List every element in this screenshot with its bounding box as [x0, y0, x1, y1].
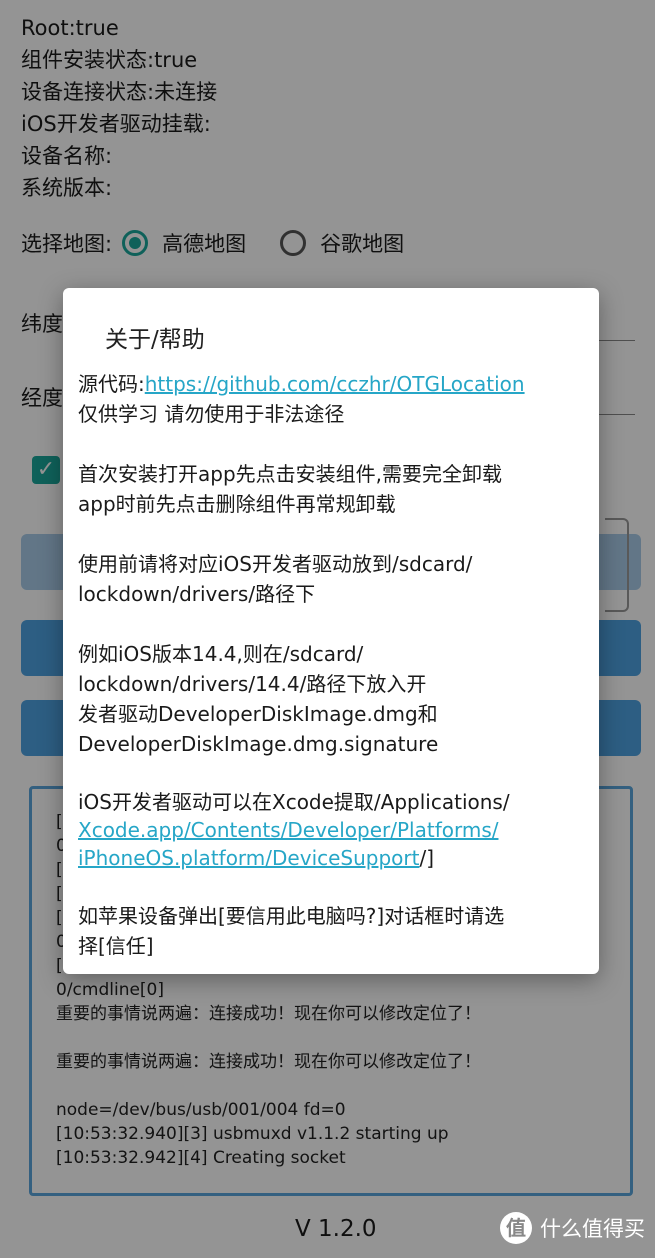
- xcode-path-tail: /]: [419, 846, 435, 870]
- example-line-1: 例如iOS版本14.4,则在/sdcard/: [78, 642, 364, 666]
- dialog-title: 关于/帮助: [105, 327, 205, 353]
- device-support-link[interactable]: iPhoneOS.platform/DeviceSupport: [78, 846, 419, 870]
- example-line-4: DeveloperDiskImage.dmg.signature: [78, 732, 439, 756]
- watermark: 值 什么值得买: [500, 1212, 645, 1244]
- source-code-label: 源代码:: [78, 372, 145, 396]
- driver-path-line-2: lockdown/drivers/路径下: [78, 582, 316, 606]
- source-code-link[interactable]: https://github.com/cczhr/OTGLocation: [145, 372, 525, 396]
- install-tip-line-1: 首次安装打开app先点击安装组件,需要完全卸载: [78, 462, 503, 486]
- disclaimer-text: 仅供学习 请勿使用于非法途径: [78, 402, 345, 426]
- xcode-path-link-line-3: iPhoneOS.platform/DeviceSupport/]: [78, 844, 434, 873]
- xcode-path-link[interactable]: Xcode.app/Contents/Developer/Platforms/: [78, 818, 498, 842]
- example-line-2: lockdown/drivers/14.4/路径下放入开: [78, 672, 427, 696]
- trust-tip-line-2: 择[信任]: [78, 934, 154, 958]
- xcode-path-link-line-2: Xcode.app/Contents/Developer/Platforms/: [78, 816, 498, 845]
- example-line-3: 发者驱动DeveloperDiskImage.dmg和: [78, 702, 438, 726]
- trust-tip-line-1: 如苹果设备弹出[要信用此电脑吗?]对话框时请选: [78, 904, 505, 928]
- watermark-logo-icon: 值: [500, 1212, 532, 1244]
- about-help-dialog: 关于/帮助 源代码:https://github.com/cczhr/OTGLo…: [63, 288, 599, 974]
- xcode-tip-line-1: iOS开发者驱动可以在Xcode提取/Applications/: [78, 790, 510, 814]
- driver-path-line-1: 使用前请将对应iOS开发者驱动放到/sdcard/: [78, 552, 473, 576]
- install-tip-line-2: app时前先点击删除组件再常规卸载: [78, 492, 396, 516]
- source-code-line: 源代码:https://github.com/cczhr/OTGLocation: [78, 370, 525, 399]
- watermark-text: 什么值得买: [540, 1217, 645, 1241]
